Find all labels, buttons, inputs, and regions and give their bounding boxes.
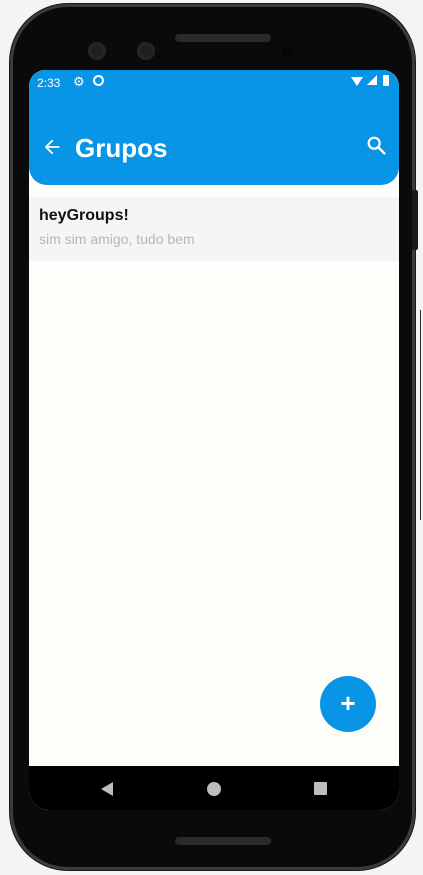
- front-camera-icon: [88, 42, 106, 60]
- recents-square-icon[interactable]: [314, 782, 327, 795]
- group-last-message: sim sim amigo, tudo bem: [39, 231, 195, 247]
- gear-icon: ⚙: [73, 74, 85, 89]
- search-icon[interactable]: [365, 134, 387, 156]
- add-group-button[interactable]: +: [320, 676, 376, 732]
- bottom-speaker: [175, 837, 271, 845]
- signal-icon: [367, 75, 377, 85]
- home-circle-icon[interactable]: [207, 782, 221, 796]
- arrow-left-icon[interactable]: [41, 136, 63, 158]
- list-item[interactable]: heyGroups! sim sim amigo, tudo bem: [29, 197, 399, 261]
- sync-icon: [93, 75, 104, 86]
- device-rim: [420, 310, 421, 520]
- proximity-sensor-icon: [282, 46, 293, 57]
- system-nav-bar: [29, 766, 399, 810]
- earpiece-speaker: [175, 34, 271, 42]
- power-button: [412, 190, 418, 250]
- status-bar: 2:33 ⚙: [29, 70, 399, 94]
- battery-icon: [383, 75, 389, 86]
- app-bar: 2:33 ⚙ Grupos: [29, 70, 399, 185]
- page-title: Grupos: [75, 133, 168, 163]
- back-triangle-icon[interactable]: [101, 782, 113, 796]
- app-screen: 2:33 ⚙ Grupos heyGroups! sim sim amigo, …: [29, 70, 399, 810]
- wifi-icon: [351, 77, 363, 86]
- group-name: heyGroups!: [39, 207, 129, 224]
- status-time: 2:33: [37, 76, 61, 90]
- front-sensor-icon: [137, 42, 155, 60]
